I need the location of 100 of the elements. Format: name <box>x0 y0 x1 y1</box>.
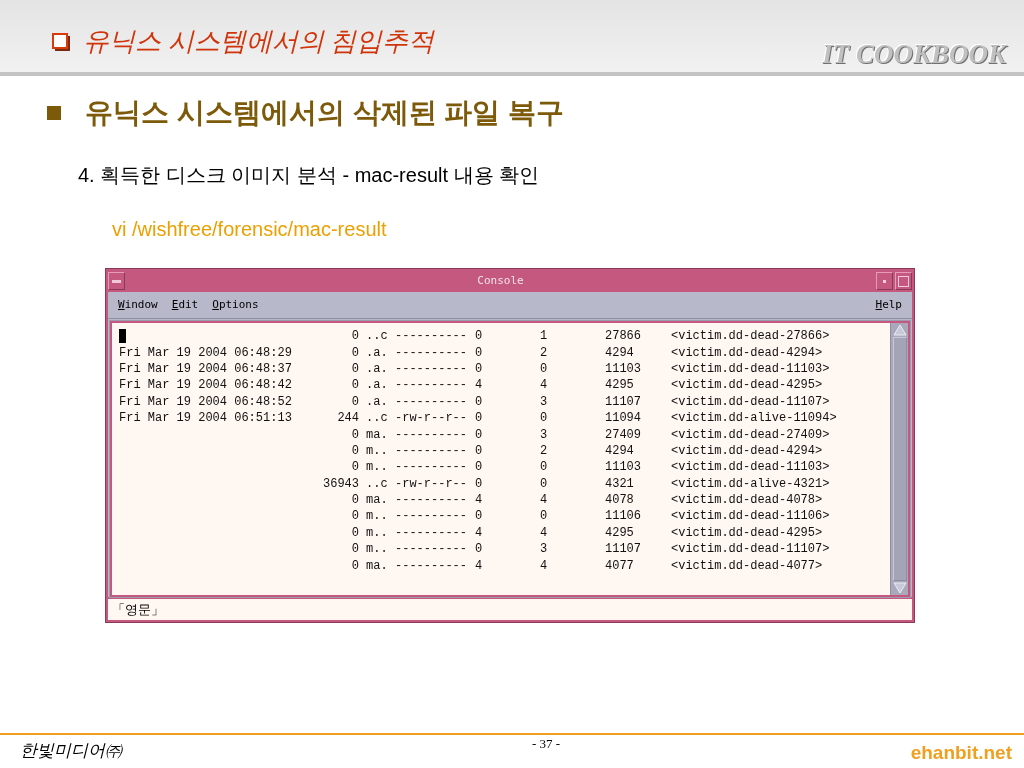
output-text: 4321 <box>605 476 634 491</box>
section-title: 유닉스 시스템에서의 침입추적 <box>83 26 434 58</box>
publisher-name: 한빛미디어㈜ <box>20 740 122 762</box>
output-text: 0 <box>475 411 483 426</box>
output-text: 27409 <box>605 427 641 442</box>
output-text: 0 <box>475 509 483 524</box>
output-text: 4 <box>540 378 548 393</box>
output-text: 0 <box>475 361 483 376</box>
output-text: 0 <box>351 509 359 524</box>
output-text: <victim.dd-dead-4295> <box>671 378 823 393</box>
output-text: 4 <box>540 525 548 540</box>
output-text: 2 <box>540 443 548 458</box>
output-text: 4 <box>475 493 483 508</box>
slide-heading: 유닉스 시스템에서의 삭제된 파일 복구 <box>85 96 565 130</box>
output-text: ---------- <box>395 361 467 376</box>
output-text: 0 <box>475 427 483 442</box>
output-text: ..c <box>366 329 388 344</box>
output-text: ---------- <box>395 443 467 458</box>
output-text: 0 <box>475 460 483 475</box>
output-text: 244 <box>337 411 359 426</box>
output-text: 0 <box>351 443 359 458</box>
output-text: Fri Mar 19 2004 06:48:37 <box>119 361 292 376</box>
output-text: 0 <box>351 329 359 344</box>
output-text: 0 <box>351 361 359 376</box>
output-text: 11094 <box>605 411 641 426</box>
output-text: 0 <box>351 427 359 442</box>
output-text: ..c <box>366 411 388 426</box>
output-text: 3 <box>540 427 548 442</box>
output-text: ma. <box>366 427 388 442</box>
output-text: <victim.dd-dead-4077> <box>671 558 823 573</box>
output-text: 0 <box>475 394 483 409</box>
output-text: ---------- <box>395 460 467 475</box>
output-text: 0 <box>540 509 548 524</box>
output-text: 4294 <box>605 443 634 458</box>
output-text: ---------- <box>395 525 467 540</box>
maximize-button[interactable] <box>895 272 912 290</box>
output-text: ---------- <box>395 427 467 442</box>
output-text: 0 <box>351 493 359 508</box>
output-text: ---------- <box>395 509 467 524</box>
output-text: <victim.dd-dead-4294> <box>671 345 823 360</box>
window-title: Console <box>477 274 524 288</box>
output-text: 1 <box>540 329 548 344</box>
menu-item[interactable]: Edit <box>171 298 199 312</box>
output-text: 11103 <box>605 460 641 475</box>
output-text: 4 <box>540 493 548 508</box>
menu-item[interactable]: Window <box>118 298 158 312</box>
menu-item[interactable]: Options <box>212 298 259 312</box>
output-text: 4078 <box>605 493 634 508</box>
output-text: 27866 <box>605 329 641 344</box>
output-text: 0 <box>351 525 359 540</box>
output-text: ma. <box>366 493 388 508</box>
output-text: ---------- <box>395 345 467 360</box>
output-text: 0 <box>351 394 359 409</box>
output-text: 0 <box>351 460 359 475</box>
square-icon <box>898 275 909 287</box>
logo-text: IT COOKBOOK <box>822 38 1006 70</box>
output-text: 4 <box>475 525 483 540</box>
output-text: Fri Mar 19 2004 06:48:52 <box>119 394 292 409</box>
output-text: ---------- <box>395 558 467 573</box>
output-text: ---------- <box>395 542 467 557</box>
output-text: Fri Mar 19 2004 06:48:29 <box>119 345 292 360</box>
output-text: .a. <box>366 378 388 393</box>
output-text: 0 <box>540 411 548 426</box>
output-text: 0 <box>351 558 359 573</box>
scrollbar-thumb[interactable] <box>892 337 907 581</box>
output-text: 3 <box>540 542 548 557</box>
output-text: <victim.dd-alive-4321> <box>671 476 830 491</box>
output-text: 0 <box>540 361 548 376</box>
output-text: 11107 <box>605 542 641 557</box>
output-text: 0 <box>351 378 359 393</box>
output-text: 4 <box>475 558 483 573</box>
minimize-button[interactable] <box>876 272 893 290</box>
output-text: m.. <box>366 509 388 524</box>
output-text: .a. <box>366 394 388 409</box>
checkbox-bullet-icon <box>52 33 70 51</box>
output-text: 11107 <box>605 394 641 409</box>
output-text: <victim.dd-dead-11106> <box>671 509 830 524</box>
output-text: m.. <box>366 460 388 475</box>
output-text: <victim.dd-dead-27866> <box>671 329 830 344</box>
output-text: Fri Mar 19 2004 06:48:42 <box>119 378 292 393</box>
output-text: ---------- <box>395 329 467 344</box>
output-text: 0 <box>475 345 483 360</box>
output-text: 0 <box>475 476 483 491</box>
output-text: 4 <box>475 378 483 393</box>
output-text: <victim.dd-dead-11103> <box>671 460 830 475</box>
output-text: <victim.dd-dead-4294> <box>671 443 823 458</box>
output-text: <victim.dd-dead-11107> <box>671 542 830 557</box>
output-text: <victim.dd-dead-27409> <box>671 427 830 442</box>
output-text: 11103 <box>605 361 641 376</box>
page-number: - 37 - <box>532 736 561 752</box>
output-text: m.. <box>366 443 388 458</box>
output-text: 4294 <box>605 345 634 360</box>
output-text: ---------- <box>395 378 467 393</box>
output-text: 0 <box>475 443 483 458</box>
window-menu-button[interactable] <box>108 272 125 290</box>
output-text: -rw-r--r-- <box>395 411 467 426</box>
output-text: <victim.dd-dead-4295> <box>671 525 823 540</box>
dash-icon <box>112 279 121 283</box>
menu-item[interactable]: Help <box>875 298 902 312</box>
input-mode-text: 「영문」 <box>112 601 164 618</box>
